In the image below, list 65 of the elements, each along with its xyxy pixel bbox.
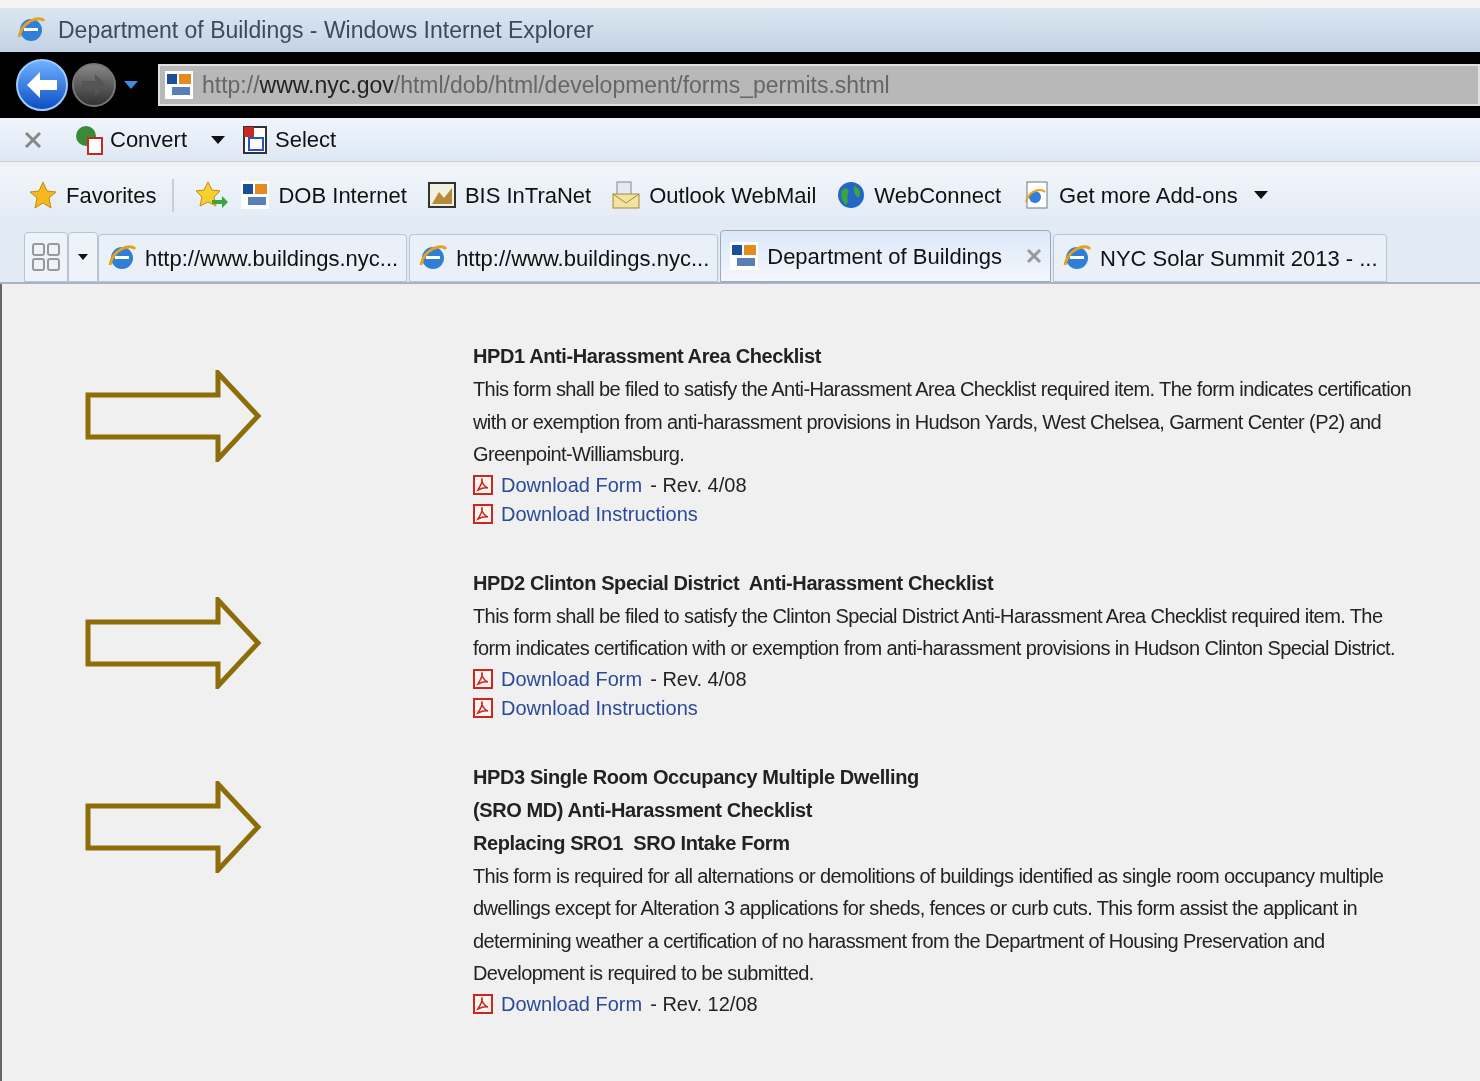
browser-tab[interactable]: http://www.buildings.nyc... [98,234,408,282]
favorite-link[interactable]: DOB Internet [240,178,407,212]
favorite-link[interactable]: Get more Add-ons [1021,178,1268,212]
grid-icon [32,243,60,271]
quick-tabs-button[interactable] [24,232,68,282]
back-button[interactable] [16,59,68,111]
globe-icon [836,180,867,210]
picture-frame-icon [426,180,457,210]
dropdown-icon[interactable] [124,81,138,89]
right-arrow-icon [82,74,106,96]
revision-note: - Rev. 4/08 [650,666,747,692]
download-link[interactable]: Download Form [501,470,643,500]
toolbar-button[interactable]: Convert [74,123,226,156]
tab-title: Department of Buildings [767,242,1003,271]
city-logo-icon [240,180,271,210]
download-link[interactable]: Download Form [501,989,643,1019]
city-logo-icon [164,70,194,100]
globe-pdf-icon [74,123,106,156]
form-title: HPD3 Single Room Occupancy Multiple Dwelling [473,764,920,790]
form-title: HPD2 Clinton Special District Anti-Harassment Checklist [473,570,995,596]
form-description: This form shall be filed to satisfy the Clinton Special District Anti-Harassment Area Checklist required item. The form indicates certification with or exemption from anti-harassment provisions in Hudson Clinton Special District. [473,603,1396,661]
caret-icon [211,135,226,144]
favorite-link[interactable]: BIS InTraNet [426,178,592,212]
caret-icon [78,254,88,260]
pdf-icon [473,698,493,718]
favorite-link[interactable]: Outlook WebMail [611,178,817,212]
arrow-icon [85,780,263,873]
forward-button[interactable] [72,63,116,107]
envelope-icon [611,180,642,210]
form-description: This form is required for all alternations or demolitions of buildings identified as single room occupancy multiple dwellings except for Alteration 3 applications for sheds, fences or curb cuts. This form assist the applicant in determining weather a certification of no harassment from the Department of Housing Preservation and Development is required to be submitted. [473,863,1385,986]
arrow-icon [85,370,263,462]
arrow-icon [85,596,263,689]
tab-title: http://www.buildings.nyc... [456,244,710,273]
tab-list-button[interactable] [68,232,98,282]
add-favorite-icon[interactable] [194,180,229,210]
browser-tab[interactable]: http://www.buildings.nyc... [409,234,719,282]
pdf-icon [473,669,493,689]
tab-title: NYC Solar Summit 2013 - ... [1100,244,1378,273]
window-title: Department of Buildings - Windows Internet Explorer [58,15,594,45]
left-arrow-icon [27,72,57,98]
form-title: Replacing SRO1 SRO Intake Form [473,830,791,856]
favorites-button[interactable]: Favorites [28,178,175,212]
tab-title: http://www.buildings.nyc... [145,244,399,273]
address-url: http://www.nyc.gov/html/dob/html/development/forms_permits.shtml [202,70,890,100]
browser-tab[interactable]: NYC Solar Summit 2013 - ... [1053,234,1387,282]
revision-note: - Rev. 4/08 [650,472,747,498]
form-title: (SRO MD) Anti-Harassment Checklist [473,797,814,823]
download-link[interactable]: Download Instructions [501,499,698,529]
download-link[interactable]: Download Instructions [501,693,698,723]
revision-note: - Rev. 12/08 [650,991,758,1017]
star-icon [28,180,58,210]
close-icon[interactable] [1026,248,1043,264]
close-icon[interactable] [24,130,42,149]
city-logo-icon [729,241,760,271]
form-title: HPD1 Anti-Harassment Area Checklist [473,344,823,369]
toolbar-button[interactable]: Select [241,123,337,156]
download-link[interactable]: Download Form [501,664,643,694]
favorite-link[interactable]: WebConnect [836,178,1002,212]
form-description: This form shall be filed to satisfy the Anti-Harassment Area Checklist required item. The form indicates certification with or exemption from anti-harassment provisions in Hudson Yards, West Chelsea, Garment Center (P2) and Greenpoint-Williamsburg. [473,377,1413,467]
browser-tab[interactable]: Department of Buildings [720,230,1052,282]
address-field[interactable]: http://www.nyc.gov/html/dob/html/development/forms_permits.shtml [158,64,1480,106]
pdf-icon [473,475,493,495]
pdf-icon [473,504,493,524]
pdf-icon [473,994,493,1014]
caret-icon [1253,191,1268,199]
